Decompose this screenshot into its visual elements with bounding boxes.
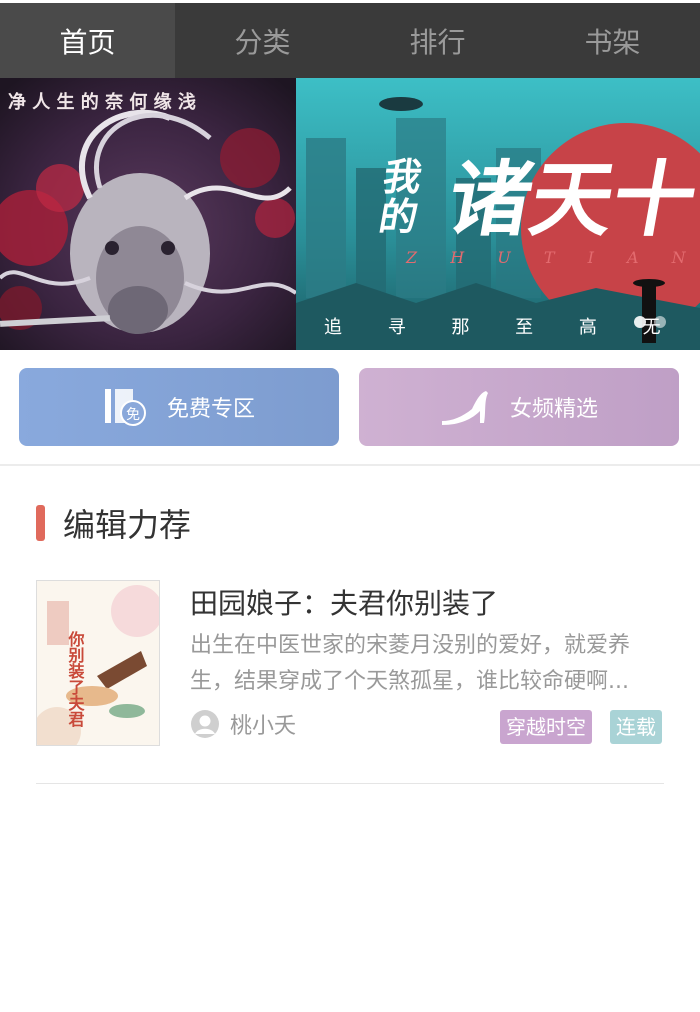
- entry-row: 免 免费专区 女频精选: [0, 350, 700, 466]
- banner-title-small-2: 的: [375, 195, 421, 240]
- banner-pinyin: Z H U T I A N S H: [405, 248, 700, 267]
- tab-ranking[interactable]: 排行: [350, 3, 525, 78]
- female-picks-label: 女频精选: [509, 397, 598, 422]
- book-list-item[interactable]: 你别装了夫君 田园娘子：夫君你别装了 出生在中医世家的宋菱月没别的爱好，就爱养生…: [36, 580, 664, 784]
- banner-slide-zhutian[interactable]: 我 的 诸天十 Z H U T I A N S H 追 寻 那 至 高 无: [296, 78, 700, 350]
- book-title[interactable]: 田园娘子：夫君你别装了: [190, 582, 498, 622]
- tab-category[interactable]: 分类: [175, 3, 350, 78]
- free-zone-button[interactable]: 免 免费专区: [19, 368, 339, 446]
- banner-slide-dragon-text: 净 人 生 的 奈 何 缘 浅: [8, 91, 196, 113]
- section-accent-bar: [36, 505, 45, 541]
- book-tags: 穿越时空 连载: [500, 710, 662, 744]
- banner-bottom-text: 追 寻 那 至 高 无: [324, 317, 681, 338]
- carousel-dot[interactable]: [634, 316, 646, 328]
- author-name: 桃小夭: [230, 714, 297, 739]
- author-info: 桃小夭: [190, 708, 296, 740]
- female-picks-button[interactable]: 女频精选: [359, 368, 679, 446]
- free-badge-text: 免: [126, 407, 140, 423]
- status-tag: 连载: [610, 710, 662, 744]
- banner-carousel[interactable]: 净 人 生 的 奈 何 缘 浅 我 的 诸天十 Z H U T I A N 追 …: [0, 78, 700, 350]
- banner-title-big: 诸天十: [441, 153, 700, 248]
- tab-bookshelf[interactable]: 书架: [525, 3, 700, 78]
- top-nav: 首页 分类 排行 书架: [0, 3, 700, 78]
- carousel-dots: [634, 316, 666, 328]
- book-cover[interactable]: 你别装了夫君: [36, 580, 160, 746]
- cover-title-text: 你别装了夫君: [66, 630, 86, 728]
- banner-title-small-1: 我: [380, 155, 426, 200]
- tab-home[interactable]: 首页: [0, 3, 175, 78]
- free-zone-label: 免费专区: [166, 397, 255, 422]
- author-avatar-icon: [190, 709, 220, 739]
- carousel-dot[interactable]: [654, 316, 666, 328]
- book-description: 出生在中医世家的宋菱月没别的爱好，就爱养生，结果穿成了个天煞孤星，谁比较命硬啊.…: [190, 633, 631, 694]
- banner-slide-dragon[interactable]: 净 人 生 的 奈 何 缘 浅: [0, 78, 296, 350]
- section-title: 编辑力荐: [63, 506, 192, 544]
- section-header: 编辑力荐: [36, 500, 191, 546]
- free-book-icon: 免: [103, 387, 149, 427]
- high-heel-icon: [440, 387, 492, 427]
- genre-tag: 穿越时空: [500, 710, 592, 744]
